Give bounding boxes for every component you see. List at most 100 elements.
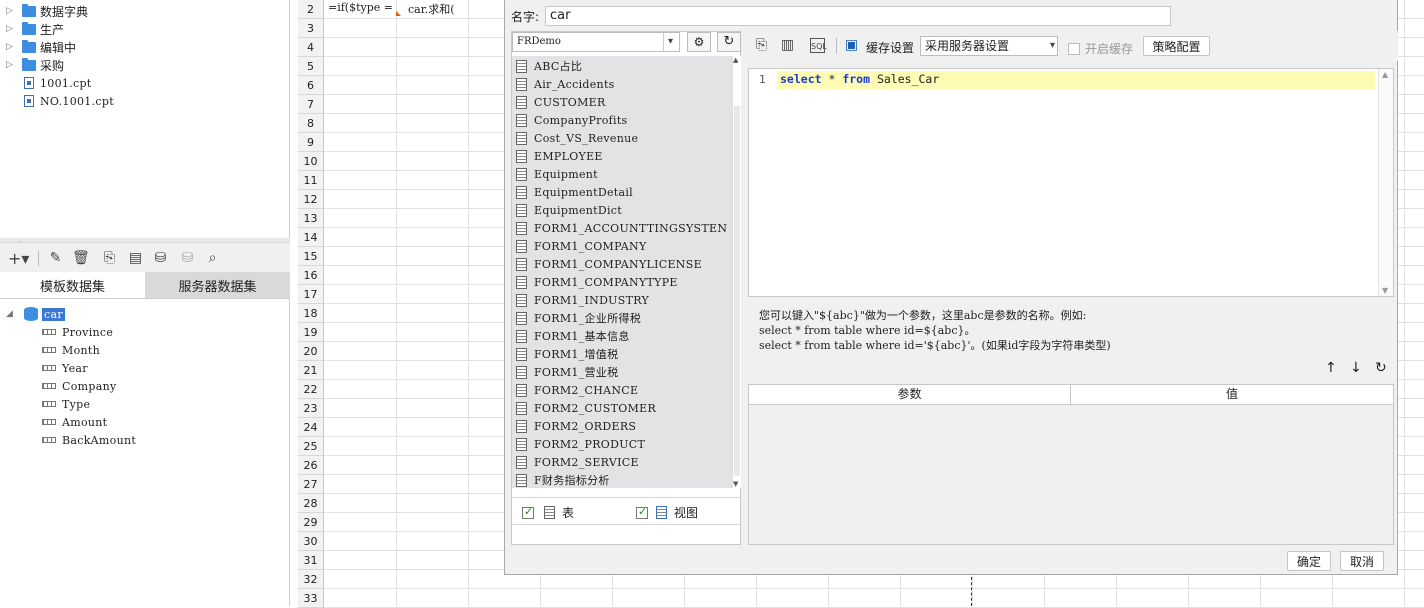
table-item[interactable]: FORM2_CUSTOMER [516, 399, 730, 417]
cache-icon[interactable]: ▣ [844, 38, 859, 53]
table-item[interactable]: FORM1_COMPANY [516, 237, 730, 255]
file-node[interactable]: 1001.cpt [0, 74, 290, 92]
show-view-option[interactable]: 视图 [636, 504, 698, 521]
expand-arrow-icon[interactable]: ▷ [6, 23, 18, 35]
expand-arrow-icon[interactable]: ◢ [6, 308, 18, 320]
row-header[interactable]: 31 [298, 551, 324, 570]
sql-dataset-icon[interactable]: ▤ [128, 251, 143, 266]
row-header[interactable]: 15 [298, 247, 324, 266]
row-header[interactable]: 10 [298, 152, 324, 171]
sql-editor[interactable]: 1 select * from Sales_Car ▲ ▼ [748, 68, 1394, 297]
add-dataset-icon[interactable]: +▾ [8, 251, 29, 267]
editor-scrollbar[interactable]: ▲ ▼ [1378, 69, 1393, 296]
field-item[interactable]: BackAmount [42, 431, 136, 449]
save-icon[interactable]: ▥ [780, 38, 795, 53]
param-column-header[interactable]: 参数 [749, 385, 1071, 404]
table-item[interactable]: CUSTOMER [516, 93, 730, 111]
scroll-up-icon[interactable]: ▲ [1382, 70, 1388, 79]
show-view-checkbox[interactable] [636, 505, 648, 519]
row-header[interactable]: 12 [298, 190, 324, 209]
folder-node[interactable]: ▷ 生产 [0, 20, 290, 38]
row-header[interactable]: 21 [298, 361, 324, 380]
cell-c2[interactable]: car.求和( [408, 1, 455, 17]
table-item[interactable]: EquipmentDict [516, 201, 730, 219]
row-header[interactable]: 28 [298, 494, 324, 513]
show-table-option[interactable]: 表 [522, 504, 574, 521]
row-header[interactable]: 2 [298, 0, 324, 19]
table-item[interactable]: FORM1_营业税 [516, 363, 730, 381]
row-header[interactable]: 16 [298, 266, 324, 285]
delete-icon[interactable]: 🗑 [72, 251, 90, 266]
tab-server-dataset[interactable]: 服务器数据集 [145, 272, 290, 298]
row-header[interactable]: 13 [298, 209, 324, 228]
cancel-button[interactable]: 取消 [1340, 551, 1384, 571]
row-header[interactable]: 18 [298, 304, 324, 323]
row-header[interactable]: 11 [298, 171, 324, 190]
chevron-down-icon[interactable]: ▾ [1050, 37, 1055, 55]
cache-select[interactable]: 采用服务器设置 ▾ [920, 36, 1058, 56]
table-item[interactable]: EMPLOYEE [516, 147, 730, 165]
sql-icon[interactable]: SQL [810, 38, 827, 53]
edit-icon[interactable]: ✎ [48, 251, 63, 266]
table-item[interactable]: FORM1_COMPANYTYPE [516, 273, 730, 291]
row-header[interactable]: 7 [298, 95, 324, 114]
expand-arrow-icon[interactable]: ▷ [6, 59, 18, 71]
table-item[interactable]: FORM2_ORDERS [516, 417, 730, 435]
table-item[interactable]: Cost_VS_Revenue [516, 129, 730, 147]
table-item[interactable]: FORM1_COMPANYLICENSE [516, 255, 730, 273]
row-header[interactable]: 6 [298, 76, 324, 95]
row-header[interactable]: 20 [298, 342, 324, 361]
table-item[interactable]: EquipmentDetail [516, 183, 730, 201]
row-header[interactable]: 24 [298, 418, 324, 437]
sql-text[interactable]: select * from Sales_Car [780, 72, 939, 86]
row-header[interactable]: 27 [298, 475, 324, 494]
folder-node[interactable]: ▷ 数据字典 [0, 2, 290, 20]
table-item[interactable]: FORM2_CHANCE [516, 381, 730, 399]
row-header[interactable]: 33 [298, 589, 324, 608]
scroll-up-icon[interactable]: ▲ [733, 56, 738, 64]
row-header[interactable]: 4 [298, 38, 324, 57]
database-icon[interactable]: ⛁ [153, 251, 168, 266]
scroll-thumb[interactable] [734, 106, 740, 476]
chevron-down-icon[interactable]: ▾ [663, 33, 677, 51]
table-item[interactable]: Air_Accidents [516, 75, 730, 93]
folder-node[interactable]: ▷ 编辑中 [0, 38, 290, 56]
row-header[interactable]: 23 [298, 399, 324, 418]
show-table-checkbox[interactable] [522, 505, 534, 519]
scroll-down-icon[interactable]: ▼ [733, 480, 738, 488]
move-down-icon[interactable]: ↓ [1350, 360, 1362, 376]
file-node[interactable]: NO.1001.cpt [0, 92, 290, 110]
dataset-node[interactable]: ◢ car [0, 305, 290, 323]
refresh-params-icon[interactable]: ↻ [1375, 360, 1387, 376]
move-up-icon[interactable]: ↑ [1325, 360, 1337, 376]
refresh-icon[interactable]: ↻ [717, 32, 741, 52]
field-item[interactable]: Type [42, 395, 90, 413]
tab-template-dataset[interactable]: 模板数据集 [0, 272, 145, 298]
row-header[interactable]: 30 [298, 532, 324, 551]
table-item[interactable]: FORM2_PRODUCT [516, 435, 730, 453]
folder-node[interactable]: ▷ 采购 [0, 56, 290, 74]
row-header[interactable]: 14 [298, 228, 324, 247]
expand-arrow-icon[interactable]: ▷ [6, 5, 18, 17]
table-scrollbar[interactable]: ▲ ▼ [732, 56, 741, 488]
row-header[interactable]: 32 [298, 570, 324, 589]
connection-edit-icon[interactable]: ⚙ [687, 32, 711, 52]
expand-arrow-icon[interactable]: ▷ [6, 41, 18, 53]
field-item[interactable]: Amount [42, 413, 107, 431]
field-item[interactable]: Year [42, 359, 88, 377]
row-header[interactable]: 26 [298, 456, 324, 475]
table-item[interactable]: FORM2_SERVICE [516, 453, 730, 471]
row-header[interactable]: 25 [298, 437, 324, 456]
row-header[interactable]: 29 [298, 513, 324, 532]
table-item[interactable]: FORM1_INDUSTRY [516, 291, 730, 309]
field-item[interactable]: Month [42, 341, 100, 359]
value-column-header[interactable]: 值 [1071, 385, 1393, 404]
row-header[interactable]: 8 [298, 114, 324, 133]
row-header[interactable]: 3 [298, 19, 324, 38]
dataset-name[interactable]: car [42, 307, 65, 321]
row-header[interactable]: 22 [298, 380, 324, 399]
table-item[interactable]: Equipment [516, 165, 730, 183]
preview-icon[interactable]: ⎘ [102, 251, 117, 266]
field-item[interactable]: Province [42, 323, 113, 341]
table-item[interactable]: F财务指标分析 [516, 471, 730, 489]
